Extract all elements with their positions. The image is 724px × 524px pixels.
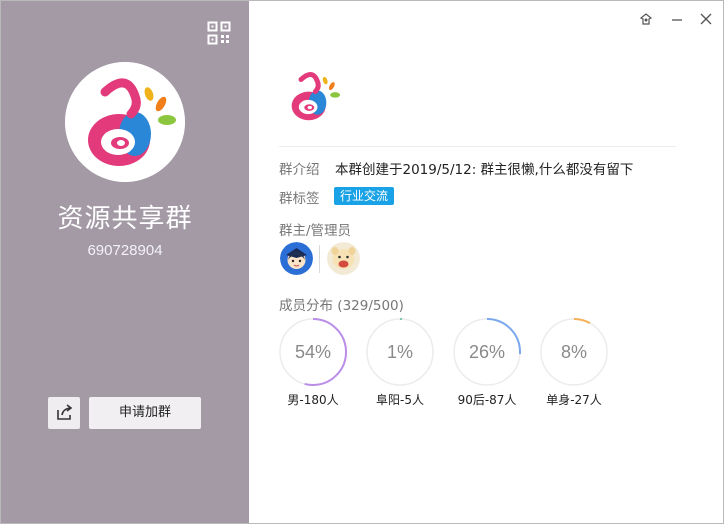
- group-tag[interactable]: 行业交流: [334, 187, 395, 205]
- members-label-text: 成员分布: [279, 298, 333, 314]
- intro-value: 本群创建于2019/5/12: 群主很懒,什么都没有留下: [335, 162, 634, 178]
- members-label: 成员分布 (329/500): [279, 294, 404, 314]
- admin-separator: [319, 245, 320, 273]
- admin-avatar-owner[interactable]: [280, 242, 313, 275]
- share-button[interactable]: [48, 397, 80, 429]
- member-stat[interactable]: 26% 90后-87人: [452, 317, 522, 408]
- left-panel: 资源共享群 690728904 申请加群: [1, 1, 249, 523]
- members-count: (329/500): [337, 298, 404, 314]
- stat-percent: 26%: [468, 342, 506, 362]
- group-avatar[interactable]: [65, 62, 185, 182]
- group-avatar-small[interactable]: [279, 63, 345, 129]
- group-name: 资源共享群: [57, 204, 193, 234]
- minimize-icon[interactable]: [669, 11, 685, 27]
- group-id: 690728904: [87, 242, 163, 259]
- tags-label: 群标签: [279, 191, 320, 207]
- share-icon: [57, 404, 73, 420]
- skin-icon[interactable]: [638, 11, 654, 27]
- stat-caption: 阜阳-5人: [376, 393, 424, 407]
- admins-label: 群主/管理员: [279, 223, 352, 239]
- divider: [279, 146, 676, 147]
- group-profile-window: 资源共享群 690728904 申请加群 群介绍 本群创建于2019/5/12:…: [0, 0, 724, 524]
- stat-percent: 8%: [560, 342, 587, 362]
- stat-percent: 1%: [386, 342, 413, 362]
- stat-caption: 单身-27人: [546, 393, 602, 407]
- join-group-button[interactable]: 申请加群: [89, 397, 201, 429]
- member-stat[interactable]: 54% 男-180人: [278, 317, 348, 408]
- member-stat[interactable]: 8% 单身-27人: [539, 317, 609, 408]
- stat-percent: 54%: [294, 342, 332, 362]
- stat-caption: 男-180人: [287, 393, 339, 407]
- member-stat[interactable]: 1% 阜阳-5人: [365, 317, 435, 408]
- qr-code-icon[interactable]: [207, 21, 231, 45]
- intro-label: 群介绍: [279, 162, 320, 178]
- stat-caption: 90后-87人: [457, 393, 517, 407]
- admin-avatar-manager[interactable]: [327, 242, 360, 275]
- close-icon[interactable]: [698, 11, 714, 27]
